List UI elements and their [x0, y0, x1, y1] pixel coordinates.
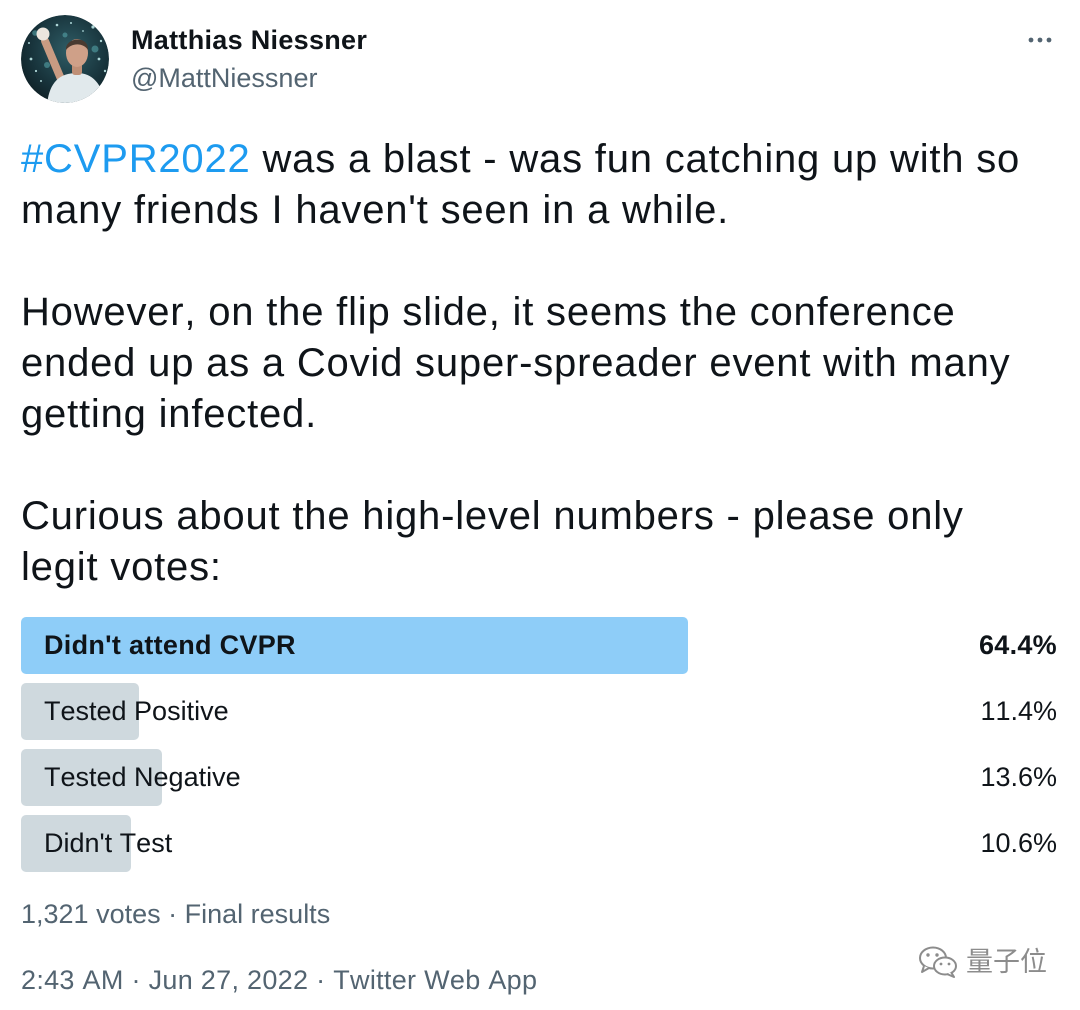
- poll-option-label: Didn't Test: [44, 828, 173, 858]
- wechat-icon: [919, 946, 957, 978]
- avatar-image: [21, 15, 109, 103]
- author-handle[interactable]: @MattNiessner: [131, 60, 317, 96]
- poll-option: Didn't attend CVPR 64.4%: [21, 617, 1057, 674]
- poll-option-percent: 13.6%: [980, 762, 1057, 792]
- separator-dot: ·: [131, 965, 141, 995]
- poll-status: Final results: [184, 899, 331, 929]
- tweet-paragraph-text: Curious about the high-level numbers - p…: [21, 494, 964, 589]
- tweet-date[interactable]: Jun 27, 2022: [149, 965, 309, 995]
- poll-option-label: Tested Negative: [44, 762, 241, 792]
- poll-option-percent: 11.4%: [980, 696, 1057, 726]
- watermark: 量子位: [918, 945, 1047, 979]
- vote-count: 1,321 votes: [21, 899, 161, 929]
- poll: Didn't attend CVPR 64.4% Tested Positive…: [21, 617, 1057, 881]
- tweet-source[interactable]: Twitter Web App: [333, 965, 537, 995]
- tweet-text: #CVPR2022 was a blast - was fun catching…: [21, 134, 1033, 593]
- tweet-card: Matthias Niessner @MattNiessner #CVPR202…: [0, 0, 1080, 1010]
- hashtag-link[interactable]: #CVPR2022: [21, 137, 251, 181]
- avatar[interactable]: [21, 15, 109, 103]
- poll-option: Didn't Test 10.6%: [21, 815, 1057, 872]
- poll-option-percent: 64.4%: [978, 630, 1057, 660]
- tweet-time[interactable]: 2:43 AM: [21, 965, 124, 995]
- poll-option-label: Tested Positive: [44, 696, 229, 726]
- tweet-paragraph: However, on the flip slide, it seems the…: [21, 287, 1033, 440]
- author-name[interactable]: Matthias Niessner: [131, 22, 367, 58]
- poll-option: Tested Negative 13.6%: [21, 749, 1057, 806]
- tweet-meta: 2:43 AM · Jun 27, 2022 · Twitter Web App: [21, 962, 537, 998]
- separator-dot: ·: [316, 965, 326, 995]
- poll-summary: 1,321 votes · Final results: [21, 896, 330, 932]
- poll-option: Tested Positive 11.4%: [21, 683, 1057, 740]
- poll-option-percent: 10.6%: [980, 828, 1057, 858]
- separator-dot: ·: [168, 899, 178, 929]
- watermark-text: 量子位: [966, 947, 1047, 977]
- more-button[interactable]: [1025, 28, 1055, 52]
- poll-option-label: Didn't attend CVPR: [44, 630, 296, 660]
- tweet-paragraph-text: However, on the flip slide, it seems the…: [21, 290, 1011, 436]
- more-horizontal-icon: [1028, 37, 1052, 43]
- tweet-paragraph: #CVPR2022 was a blast - was fun catching…: [21, 134, 1033, 236]
- tweet-paragraph: Curious about the high-level numbers - p…: [21, 491, 1033, 593]
